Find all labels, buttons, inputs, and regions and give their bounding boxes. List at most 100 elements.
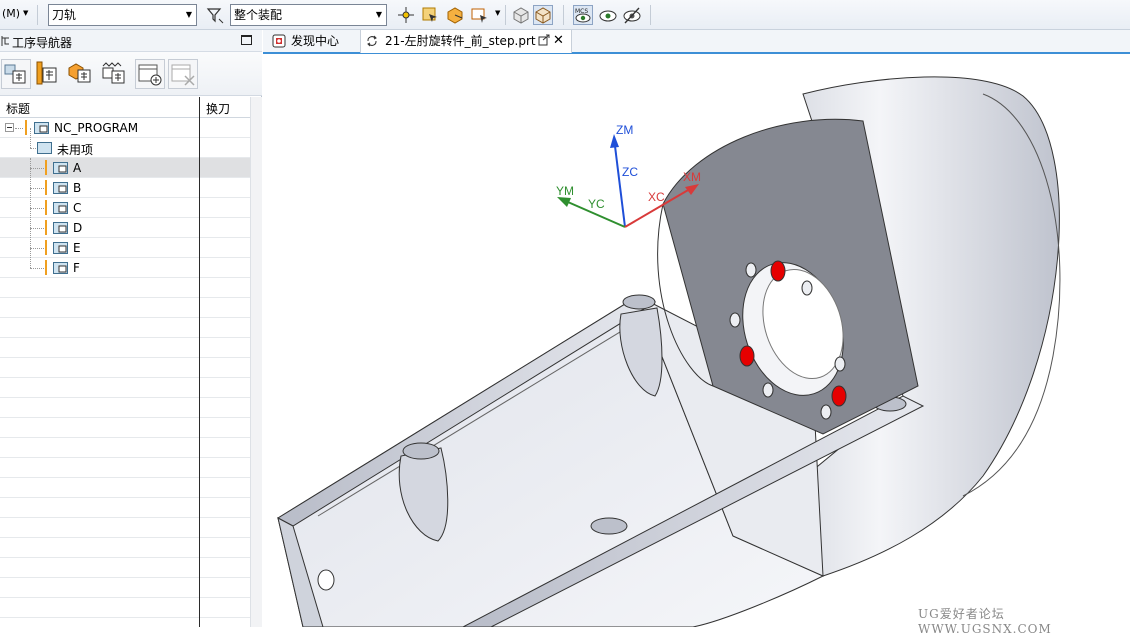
tree-row-program-d[interactable]: D (0, 218, 250, 238)
tree-row-program-c[interactable]: C (0, 198, 250, 218)
empty-row (0, 558, 250, 578)
status-marker-icon (45, 240, 47, 255)
status-marker-icon (45, 160, 47, 175)
tree-label-unused: 未用项 (57, 143, 94, 157)
tab-discovery-center[interactable]: 发现中心 (269, 30, 357, 53)
tree-connector (30, 158, 31, 268)
watermark-text: UG爱好者论坛 WWW.UGSNX.COM (918, 607, 1052, 636)
machine-tool-view-icon[interactable] (33, 59, 63, 89)
filter-reset-icon[interactable] (205, 5, 225, 25)
empty-row (0, 498, 250, 518)
document-tab-bar: 发现中心 21-左肘旋转件_前_step.prt ✕ (263, 30, 1130, 54)
show-eye-icon[interactable] (598, 5, 618, 25)
hide-eye-icon[interactable] (622, 5, 642, 25)
navigator-tree-grid: 标题 换刀 NC_PROGRAM 未用项 A B C D E F (0, 97, 250, 627)
toolbar-separator (650, 5, 651, 25)
chevron-down-icon: ▼ (185, 10, 192, 19)
geometry-view-icon[interactable] (66, 59, 96, 89)
empty-row (0, 358, 250, 378)
column-header-title[interactable]: 标题 (6, 100, 30, 117)
tab-part-file[interactable]: 21-左肘旋转件_前_step.prt ✕ (360, 30, 572, 53)
tree-row-root[interactable]: NC_PROGRAM (0, 118, 250, 138)
menu-button[interactable]: (M) (2, 7, 20, 20)
column-header-tool-change[interactable]: 换刀 (206, 100, 230, 117)
pin-icon[interactable] (538, 34, 552, 48)
ym-label: YM (556, 184, 574, 198)
program-group-icon (37, 142, 52, 154)
part-sync-icon (367, 35, 377, 47)
snap-point-icon[interactable] (396, 5, 416, 25)
operation-navigator-panel: 工序导航器 标题 换刀 NC_PROGRAM 未用项 A B C D E F (0, 30, 262, 627)
empty-row (0, 278, 250, 298)
boss-hole (622, 294, 656, 310)
type-filter-value: 刀轨 (52, 8, 77, 22)
zm-label: ZM (616, 123, 633, 137)
close-icon[interactable]: ✕ (553, 30, 564, 52)
empty-row (0, 398, 250, 418)
empty-row (0, 458, 250, 478)
tree-connector (30, 268, 44, 269)
delete-program-icon[interactable] (168, 59, 198, 89)
z-axis (613, 137, 626, 228)
selection-scope-value: 整个装配 (234, 8, 283, 22)
selection-scope-combo[interactable]: 整个装配 ▼ (230, 4, 387, 26)
create-program-icon[interactable] (135, 59, 165, 89)
tree-row-program-e[interactable]: E (0, 238, 250, 258)
navigator-icon (1, 36, 9, 46)
tree-row-program-b[interactable]: B (0, 178, 250, 198)
discovery-center-icon (272, 34, 286, 48)
tree-label-program: A (73, 161, 82, 175)
toolbar-separator (563, 5, 564, 25)
navigator-title: 工序导航器 (12, 36, 73, 50)
mcs-visibility-icon[interactable]: MCS (573, 5, 593, 25)
side-hole (317, 569, 335, 591)
tree-connector (30, 148, 36, 149)
tree-label-program: D (73, 221, 83, 235)
tree-row-program-a[interactable]: A (0, 158, 250, 178)
empty-row (0, 478, 250, 498)
boss-hole (402, 442, 440, 460)
xc-label: XC (648, 190, 665, 204)
tab-label: 发现中心 (291, 34, 340, 48)
program-group-icon (53, 262, 68, 274)
program-group-icon (53, 242, 68, 254)
select-face-icon[interactable] (469, 5, 489, 25)
show-wireframe-icon[interactable] (533, 5, 553, 25)
zc-label: ZC (622, 165, 638, 179)
status-marker-icon (45, 180, 47, 195)
show-shaded-icon[interactable] (511, 5, 531, 25)
column-divider[interactable] (199, 97, 200, 627)
tree-label-program: B (73, 181, 82, 195)
tree-row-unused[interactable]: 未用项 (0, 128, 250, 158)
menu-dropdown-icon[interactable]: ▼ (23, 9, 28, 17)
navigator-scrollbar[interactable] (250, 97, 262, 627)
type-filter-combo[interactable]: 刀轨 ▼ (48, 4, 197, 26)
maximize-icon[interactable] (241, 35, 252, 45)
tree-row-program-f[interactable]: F (0, 258, 250, 278)
y-arrow-icon (557, 197, 571, 207)
machining-method-view-icon[interactable] (100, 59, 130, 89)
tree-label-program: F (73, 261, 80, 275)
select-body-icon[interactable] (445, 5, 465, 25)
top-toolbar: (M) ▼ 刀轨 ▼ 整个装配 ▼ ▼ MCS (0, 0, 1130, 30)
tab-label: 21-左肘旋转件_前_step.prt (385, 34, 536, 48)
select-feature-icon[interactable] (420, 5, 440, 25)
yc-label: YC (588, 197, 605, 211)
empty-row (0, 518, 250, 538)
select-dropdown-icon[interactable]: ▼ (495, 9, 500, 17)
program-group-icon (53, 222, 68, 234)
tree-connector (15, 128, 23, 129)
tree-connector (30, 248, 44, 249)
empty-row (0, 598, 250, 618)
graphics-viewport[interactable]: ZM ZC YM YC XM XC (263, 56, 1130, 628)
empty-row (0, 578, 250, 598)
bolt-hole (834, 356, 846, 372)
highlighted-hole (739, 345, 755, 367)
tree-connector (30, 188, 44, 189)
status-marker-icon (45, 200, 47, 215)
tree-connector (30, 228, 44, 229)
empty-row (0, 378, 250, 398)
program-order-view-icon[interactable] (1, 59, 31, 89)
boss-hole (590, 517, 628, 535)
collapse-icon[interactable] (5, 123, 15, 133)
